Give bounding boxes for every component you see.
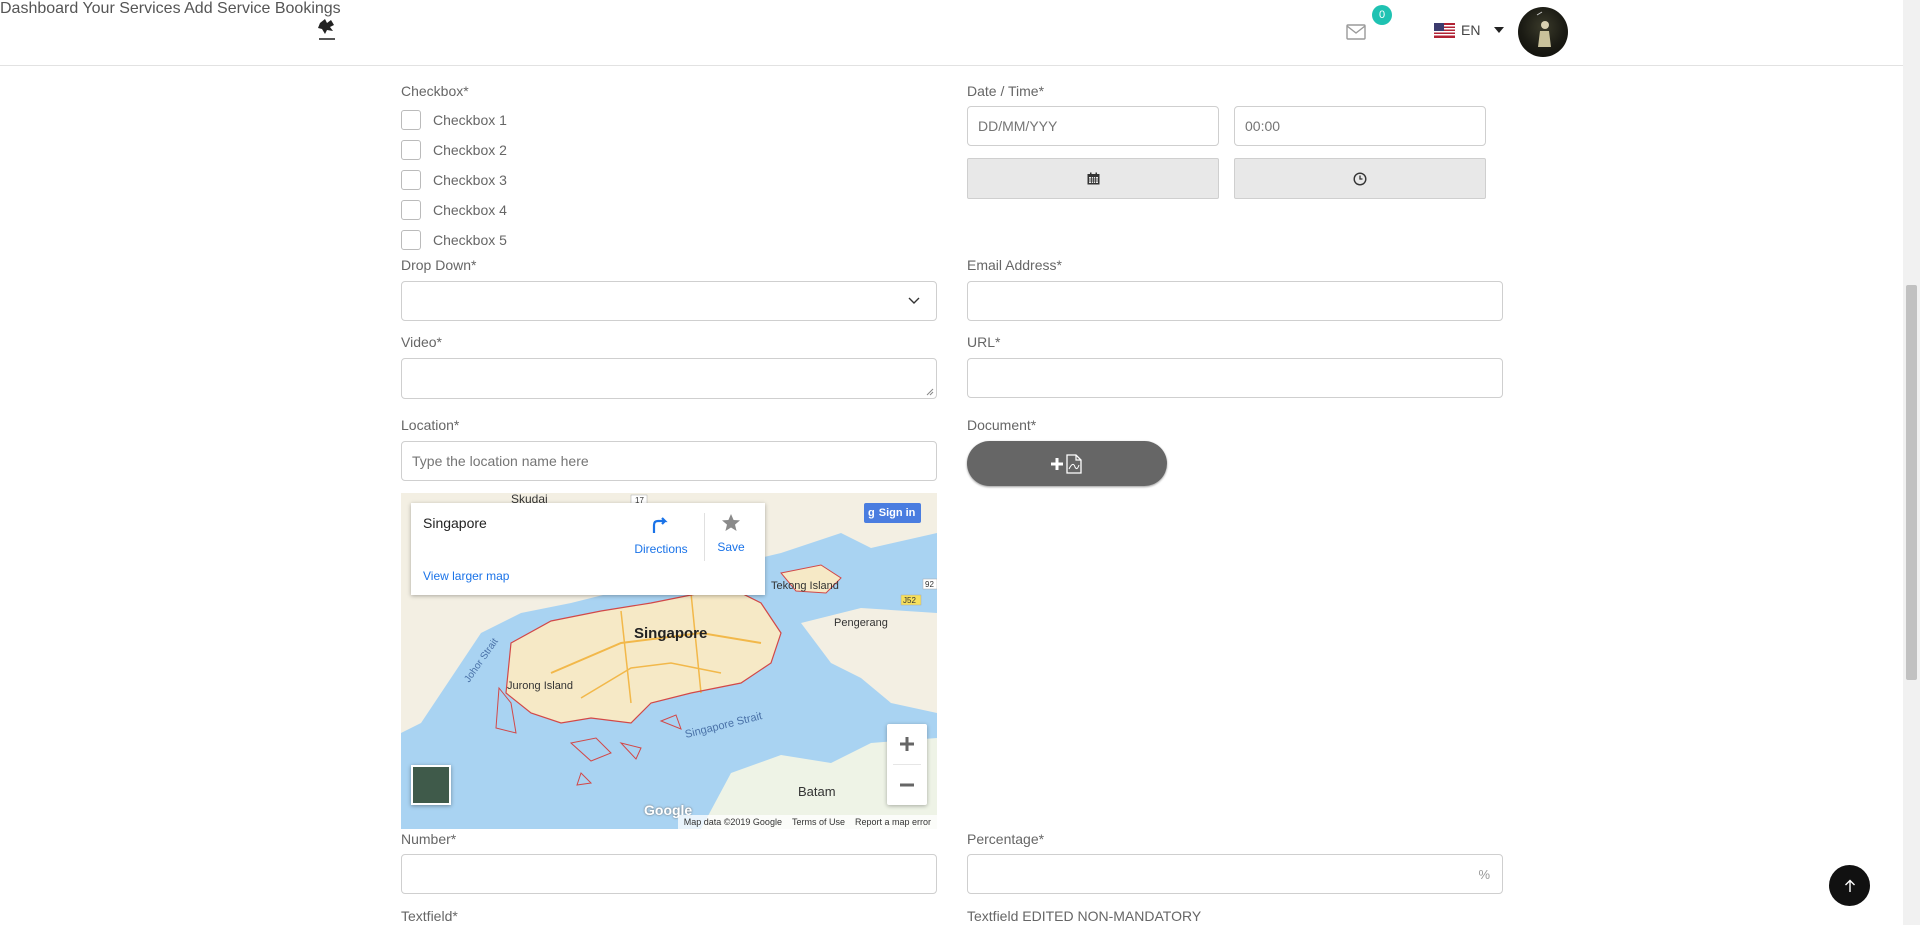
mail-count-badge: 0 xyxy=(1372,5,1392,25)
nav-bookings[interactable]: Bookings xyxy=(275,0,341,17)
sign-in-label: Sign in xyxy=(878,507,916,519)
checkbox-option[interactable]: Checkbox 2 xyxy=(401,140,507,160)
number-input[interactable] xyxy=(401,854,937,894)
percent-suffix: % xyxy=(1478,866,1490,882)
checkbox-box[interactable] xyxy=(401,170,421,190)
map-label-pengerang: Pengerang xyxy=(834,617,888,629)
directions-button[interactable]: Directions xyxy=(631,513,691,556)
url-label: URL* xyxy=(967,334,1001,350)
language-code: EN xyxy=(1461,22,1481,38)
add-document-button[interactable] xyxy=(967,441,1167,486)
scrollbar-thumb[interactable] xyxy=(1906,285,1917,680)
checkbox-option-label: Checkbox 5 xyxy=(433,232,507,248)
number-label: Number* xyxy=(401,831,457,847)
map-sign-in-button[interactable]: g Sign in xyxy=(864,503,922,523)
add-pdf-icon xyxy=(1051,453,1082,474)
checkbox-label: Checkbox* xyxy=(401,83,469,99)
map-zoom-control xyxy=(887,724,927,805)
map-place-name: Singapore xyxy=(423,515,487,531)
email-input[interactable] xyxy=(967,281,1503,321)
checkbox-box[interactable] xyxy=(401,110,421,130)
email-label: Email Address* xyxy=(967,257,1062,273)
satellite-toggle-button[interactable] xyxy=(411,765,451,805)
percentage-input[interactable]: % xyxy=(967,854,1503,894)
map-label-tekong: Tekong Island xyxy=(771,580,839,592)
plus-icon xyxy=(900,737,914,751)
checkbox-option-label: Checkbox 3 xyxy=(433,172,507,188)
top-navbar: Dashboard Your Services Add Service Book… xyxy=(0,0,1903,66)
road-shield-92: 92 xyxy=(925,580,934,589)
google-g-icon: g xyxy=(868,507,875,519)
checkbox-option-label: Checkbox 4 xyxy=(433,202,507,218)
checkbox-box[interactable] xyxy=(401,140,421,160)
nav-dashboard[interactable]: Dashboard xyxy=(0,0,78,17)
datetime-label: Date / Time* xyxy=(967,83,1045,99)
map-label-jurong: Jurong Island xyxy=(507,680,573,692)
checkbox-option-label: Checkbox 1 xyxy=(433,112,507,128)
nav-add-service[interactable]: Add Service xyxy=(184,0,270,17)
time-input[interactable] xyxy=(1234,106,1486,146)
zoom-in-button[interactable] xyxy=(887,724,927,764)
save-label: Save xyxy=(717,540,745,554)
view-larger-map-link[interactable]: View larger map xyxy=(423,569,509,583)
uk-flag-icon xyxy=(1434,22,1455,38)
scroll-to-top-button[interactable] xyxy=(1829,865,1870,906)
checkbox-option[interactable]: Checkbox 5 xyxy=(401,230,507,250)
dragon-logo-icon[interactable] xyxy=(316,17,338,43)
minus-icon xyxy=(900,783,914,787)
map-place-card: Singapore Directions Save View larger ma… xyxy=(411,503,765,595)
checkbox-option-label: Checkbox 2 xyxy=(433,142,507,158)
video-textarea[interactable] xyxy=(401,358,937,399)
dropdown-select[interactable] xyxy=(401,281,937,321)
directions-icon xyxy=(652,517,668,533)
checkbox-option[interactable]: Checkbox 4 xyxy=(401,200,507,220)
resize-grip-icon[interactable] xyxy=(926,388,934,396)
card-divider xyxy=(704,513,705,561)
location-label: Location* xyxy=(401,417,460,433)
nav-your-services[interactable]: Your Services xyxy=(82,0,180,17)
calendar-button[interactable] xyxy=(967,158,1219,199)
checkbox-box[interactable] xyxy=(401,200,421,220)
mail-icon[interactable] xyxy=(1346,24,1366,40)
directions-label: Directions xyxy=(634,542,688,556)
map-data-text: Map data ©2019 Google xyxy=(683,817,782,827)
dropdown-label: Drop Down* xyxy=(401,257,477,273)
avatar-figure-icon xyxy=(1536,11,1551,47)
save-button[interactable]: Save xyxy=(711,513,751,554)
textfield-edited-label: Textfield EDITED NON-MANDATORY xyxy=(967,908,1202,924)
chevron-down-icon xyxy=(908,297,920,304)
document-label: Document* xyxy=(967,417,1037,433)
clock-button[interactable] xyxy=(1234,158,1486,199)
calendar-icon xyxy=(1087,172,1099,185)
chevron-down-icon xyxy=(1494,27,1505,33)
checkbox-option[interactable]: Checkbox 3 xyxy=(401,170,507,190)
report-map-error-link[interactable]: Report a map error xyxy=(855,817,931,827)
textfield-label: Textfield* xyxy=(401,908,458,924)
map-attribution: Map data ©2019 Google Terms of Use Repor… xyxy=(677,815,937,829)
location-input[interactable] xyxy=(401,441,937,481)
location-map[interactable]: Skudai Singapore Tekong Island Pengerang… xyxy=(401,493,937,829)
percentage-label: Percentage* xyxy=(967,831,1045,847)
terms-of-use-link[interactable]: Terms of Use xyxy=(792,817,845,827)
video-label: Video* xyxy=(401,334,443,350)
star-icon xyxy=(722,514,740,531)
url-input[interactable] xyxy=(967,358,1503,398)
clock-icon xyxy=(1353,171,1367,186)
checkbox-option[interactable]: Checkbox 1 xyxy=(401,110,507,130)
map-label-singapore: Singapore xyxy=(634,625,707,642)
date-input[interactable] xyxy=(967,106,1219,146)
checkbox-box[interactable] xyxy=(401,230,421,250)
road-shield-j52: J52 xyxy=(903,596,916,605)
language-selector[interactable]: EN xyxy=(1434,22,1505,38)
map-label-batam: Batam xyxy=(798,784,836,799)
zoom-out-button[interactable] xyxy=(887,765,927,805)
avatar[interactable] xyxy=(1518,7,1568,57)
arrow-up-icon xyxy=(1844,879,1855,892)
